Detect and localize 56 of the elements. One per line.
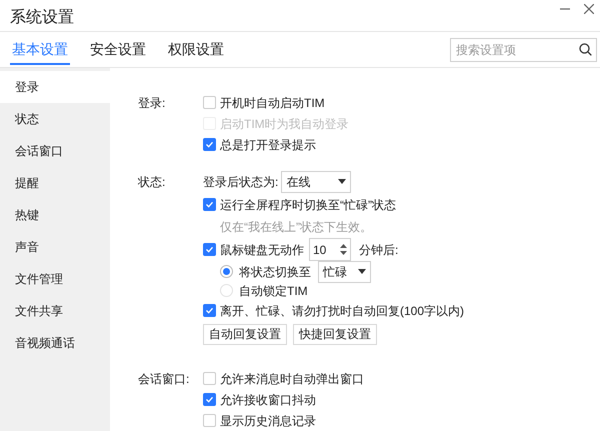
- caret-icon: [338, 179, 346, 184]
- radio-button[interactable]: [220, 284, 233, 297]
- hint-text: 仅在“我在线上”状态下生效。: [220, 218, 372, 236]
- check-icon: [205, 306, 214, 315]
- radio-label: 自动锁定TIM: [239, 282, 308, 300]
- checkbox-label: 运行全屏程序时切换至“忙碌”状态: [220, 196, 396, 214]
- sidebar-item[interactable]: 提醒: [0, 167, 110, 199]
- close-icon[interactable]: [584, 4, 594, 14]
- check-icon: [205, 245, 214, 254]
- dropdown[interactable]: 忙碌: [318, 260, 371, 282]
- checkbox-label: 鼠标键盘无动作: [220, 242, 304, 258]
- search-icon[interactable]: [579, 42, 592, 56]
- checkbox-label: 总是打开登录提示: [220, 136, 316, 154]
- tab[interactable]: 基本设置: [10, 34, 70, 66]
- checkbox[interactable]: [203, 372, 216, 385]
- caret-icon: [358, 269, 366, 274]
- check-icon: [205, 140, 214, 149]
- section-label: 会话窗口:: [138, 370, 190, 388]
- checkbox-label: 启动TIM时为我自动登录: [220, 116, 349, 132]
- stepper-icon[interactable]: [340, 244, 347, 255]
- tab[interactable]: 安全设置: [88, 34, 148, 66]
- checkbox[interactable]: [203, 243, 216, 256]
- checkbox-label: 离开、忙碌、请勿打扰时自动回复(100字以内): [220, 302, 464, 320]
- settings-button[interactable]: 快捷回复设置: [293, 324, 377, 344]
- check-icon: [205, 395, 214, 404]
- radio-button[interactable]: [220, 265, 233, 278]
- check-icon: [205, 200, 214, 209]
- sidebar-item[interactable]: 热键: [0, 199, 110, 231]
- checkbox[interactable]: [203, 198, 216, 211]
- search-field[interactable]: 搜索设置项: [450, 38, 597, 62]
- checkbox[interactable]: [203, 96, 216, 109]
- field-label: 登录后状态为:: [203, 174, 278, 190]
- field-label: 分钟后:: [359, 242, 398, 258]
- checkbox-label: 开机时自动启动TIM: [220, 94, 325, 112]
- section-label: 状态:: [138, 174, 166, 190]
- section-label: 登录:: [138, 94, 166, 112]
- settings-button[interactable]: 自动回复设置: [203, 324, 287, 344]
- sidebar-item[interactable]: 登录: [0, 71, 110, 103]
- sidebar-item[interactable]: 文件共享: [0, 295, 110, 327]
- checkbox[interactable]: [203, 393, 216, 406]
- checkbox[interactable]: [203, 138, 216, 151]
- sidebar-item[interactable]: 音视频通话: [0, 327, 110, 359]
- radio-label: 将状态切换至: [239, 264, 311, 280]
- checkbox-label: 显示历史消息记录: [220, 412, 316, 430]
- number-spinner[interactable]: 10: [309, 238, 351, 261]
- sidebar-item[interactable]: 会话窗口: [0, 135, 110, 167]
- dropdown[interactable]: 在线: [281, 170, 352, 192]
- tab[interactable]: 权限设置: [166, 34, 226, 66]
- sidebar-item[interactable]: 文件管理: [0, 263, 110, 295]
- checkbox-label: 允许接收窗口抖动: [220, 392, 316, 408]
- sidebar-item[interactable]: 状态: [0, 103, 110, 135]
- checkbox[interactable]: [203, 414, 216, 427]
- checkbox[interactable]: [203, 304, 216, 317]
- sidebar-item[interactable]: 声音: [0, 231, 110, 263]
- window-title: 系统设置: [10, 8, 74, 28]
- checkbox-label: 允许来消息时自动弹出窗口: [220, 370, 364, 388]
